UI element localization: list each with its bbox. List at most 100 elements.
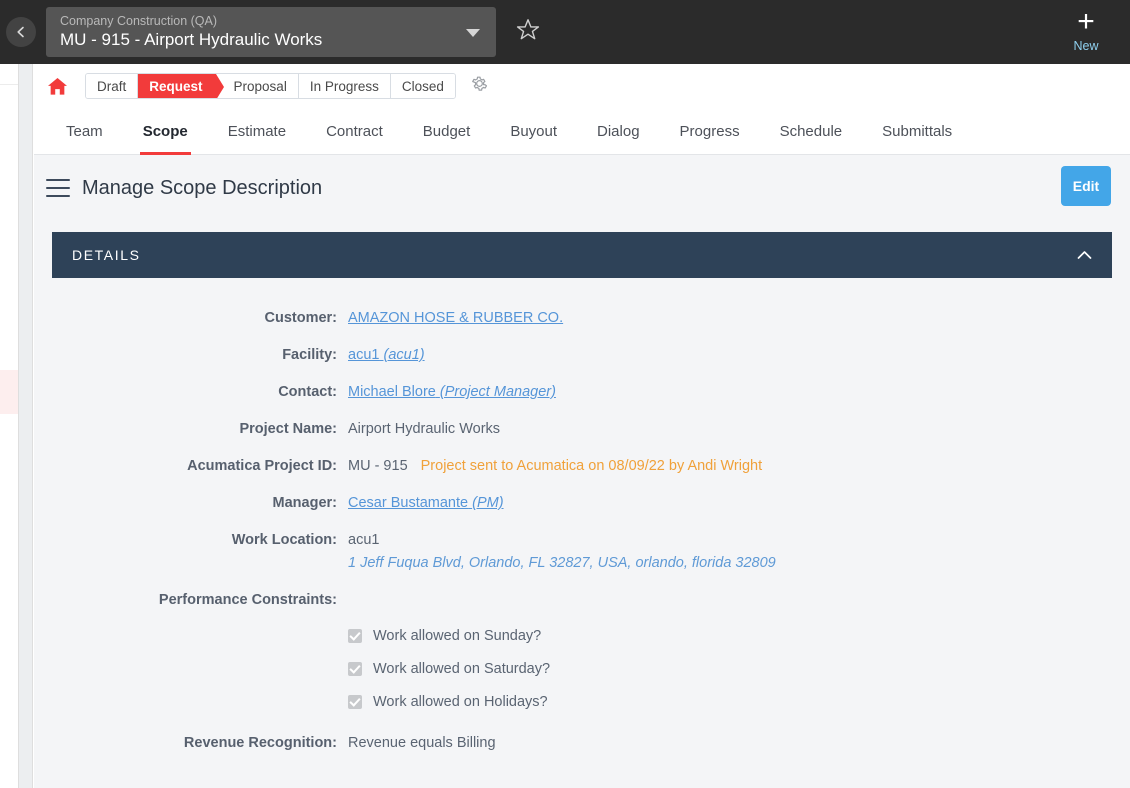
tab-label: Team bbox=[66, 123, 103, 140]
checkbox-work-saturday[interactable] bbox=[348, 662, 362, 676]
top-app-bar: Company Construction (QA) MU - 915 - Air… bbox=[0, 0, 1130, 64]
tab-budget[interactable]: Budget bbox=[403, 123, 491, 154]
collapsed-sidebar-strip bbox=[0, 64, 18, 788]
pipeline-step-label: In Progress bbox=[309, 78, 379, 94]
status-pipeline-bar: Draft Request Proposal In Progress Close… bbox=[34, 64, 1130, 108]
contact-link[interactable]: Michael Blore (Project Manager) bbox=[348, 384, 556, 400]
field-row-contact: Contact: Michael Blore (Project Manager) bbox=[52, 381, 1112, 404]
pipeline-step-label: Proposal bbox=[233, 78, 287, 94]
gear-icon bbox=[470, 74, 489, 98]
field-row-performance-constraints: Performance Constraints: bbox=[52, 589, 1112, 612]
chevron-up-icon[interactable] bbox=[1077, 248, 1092, 263]
performance-constraints-label: Performance Constraints: bbox=[158, 592, 337, 608]
facility-label: Facility: bbox=[282, 347, 337, 363]
tab-team[interactable]: Team bbox=[46, 123, 123, 154]
project-name-title: MU - 915 - Airport Hydraulic Works bbox=[60, 30, 323, 49]
customer-label: Customer: bbox=[264, 310, 337, 326]
facility-name: acu1 bbox=[348, 347, 380, 363]
field-row-acumatica-id: Acumatica Project ID: MU - 915 Project se… bbox=[52, 455, 1112, 478]
project-company-name: Company Construction (QA) bbox=[60, 14, 218, 28]
details-panel-body: Customer: AMAZON HOSE & RUBBER CO. Facil… bbox=[52, 278, 1112, 755]
manager-link[interactable]: Cesar Bustamante (PM) bbox=[348, 495, 504, 511]
favorite-button[interactable] bbox=[514, 18, 542, 46]
pipeline-step-draft[interactable]: Draft bbox=[86, 74, 139, 98]
pipeline-step-label: Draft bbox=[97, 78, 127, 94]
project-selector[interactable]: Company Construction (QA) MU - 915 - Air… bbox=[46, 7, 496, 57]
tab-label: Schedule bbox=[779, 123, 843, 140]
manager-value: Cesar Bustamante (PM) bbox=[348, 492, 504, 515]
tab-label: Estimate bbox=[227, 123, 287, 140]
hamburger-icon[interactable] bbox=[46, 178, 70, 197]
pipeline-step-request[interactable]: Request bbox=[138, 74, 224, 98]
constraint-label: Work allowed on Sunday? bbox=[373, 628, 542, 644]
work-location-label: Work Location: bbox=[231, 532, 337, 548]
module-tabs: Team Scope Estimate Contract Budget Buyo… bbox=[34, 108, 1130, 155]
main-content: Draft Request Proposal In Progress Close… bbox=[34, 64, 1130, 788]
manager-label: Manager: bbox=[272, 495, 337, 511]
tab-schedule[interactable]: Schedule bbox=[760, 123, 863, 154]
back-button[interactable] bbox=[6, 17, 36, 47]
status-pipeline: Draft Request Proposal In Progress Close… bbox=[85, 73, 456, 99]
tab-label: Budget bbox=[422, 123, 471, 140]
plus-icon: + bbox=[1077, 5, 1095, 38]
constraint-row-saturday[interactable]: Work allowed on Saturday? bbox=[348, 659, 1112, 679]
constraint-label: Work allowed on Holidays? bbox=[373, 694, 548, 710]
pipeline-step-label: Request bbox=[149, 78, 203, 94]
field-row-project-name: Project Name: Airport Hydraulic Works bbox=[52, 418, 1112, 441]
sidebar-highlight-block bbox=[0, 370, 18, 414]
facility-value: acu1 (acu1) bbox=[348, 344, 425, 367]
star-icon bbox=[515, 17, 541, 48]
pipeline-step-closed[interactable]: Closed bbox=[390, 74, 455, 98]
acumatica-project-id-value: MU - 915 Project sent to Acumatica on 08/… bbox=[348, 455, 762, 478]
facility-link[interactable]: acu1 (acu1) bbox=[348, 347, 425, 363]
new-button[interactable]: + New bbox=[1056, 5, 1116, 54]
acumatica-id-text: MU - 915 bbox=[348, 458, 408, 474]
home-icon[interactable] bbox=[45, 74, 69, 98]
customer-link[interactable]: AMAZON HOSE & RUBBER CO. bbox=[348, 310, 563, 326]
facility-code: (acu1) bbox=[383, 347, 425, 363]
tab-progress[interactable]: Progress bbox=[660, 123, 760, 154]
edit-button[interactable]: Edit bbox=[1061, 166, 1111, 206]
checkbox-work-holidays[interactable] bbox=[348, 695, 362, 709]
settings-button[interactable] bbox=[470, 74, 489, 98]
revenue-recognition-label: Revenue Recognition: bbox=[183, 735, 337, 751]
manager-name: Cesar Bustamante bbox=[348, 495, 469, 511]
tab-contract[interactable]: Contract bbox=[306, 123, 403, 154]
tab-label: Contract bbox=[326, 123, 383, 140]
chevron-down-icon[interactable] bbox=[466, 29, 480, 37]
constraint-row-sunday[interactable]: Work allowed on Sunday? bbox=[348, 626, 1112, 646]
details-panel: DETAILS Customer: AMAZON HOSE & RUBBER C… bbox=[52, 232, 1112, 755]
sidebar-divider bbox=[0, 84, 18, 85]
tab-label: Progress bbox=[679, 123, 740, 140]
work-location-address: 1 Jeff Fuqua Blvd, Orlando, FL 32827, US… bbox=[348, 555, 776, 571]
field-row-facility: Facility: acu1 (acu1) bbox=[52, 344, 1112, 367]
checkbox-work-sunday[interactable] bbox=[348, 629, 362, 643]
pipeline-step-label: Closed bbox=[401, 78, 444, 94]
sidebar-gutter[interactable] bbox=[18, 64, 33, 788]
field-row-work-location: Work Location: acu1 1 Jeff Fuqua Blvd, O… bbox=[52, 529, 1112, 575]
field-row-revenue-recognition: Revenue Recognition: Revenue equals Bill… bbox=[52, 732, 1112, 755]
tab-submittals[interactable]: Submittals bbox=[862, 123, 972, 154]
constraint-label: Work allowed on Saturday? bbox=[373, 661, 551, 677]
acumatica-project-id-label: Acumatica Project ID: bbox=[187, 458, 337, 474]
pipeline-step-in-progress[interactable]: In Progress bbox=[298, 74, 391, 98]
contact-value: Michael Blore (Project Manager) bbox=[348, 381, 556, 404]
tab-label: Submittals bbox=[882, 123, 953, 140]
details-panel-header[interactable]: DETAILS bbox=[52, 232, 1112, 278]
tab-estimate[interactable]: Estimate bbox=[208, 123, 306, 154]
tab-label: Buyout bbox=[510, 123, 558, 140]
tab-dialog[interactable]: Dialog bbox=[577, 123, 660, 154]
page-header: Manage Scope Description Edit bbox=[34, 155, 1130, 220]
revenue-recognition-value: Revenue equals Billing bbox=[348, 735, 496, 751]
page-title: Manage Scope Description bbox=[82, 176, 323, 199]
project-name-value: Airport Hydraulic Works bbox=[348, 421, 501, 437]
tab-scope[interactable]: Scope bbox=[123, 123, 208, 155]
acumatica-sync-note: Project sent to Acumatica on 08/09/22 by… bbox=[420, 458, 763, 474]
contact-name: Michael Blore bbox=[348, 384, 436, 400]
pipeline-step-proposal[interactable]: Proposal bbox=[215, 74, 299, 98]
constraint-row-holidays[interactable]: Work allowed on Holidays? bbox=[348, 692, 1112, 712]
tab-buyout[interactable]: Buyout bbox=[490, 123, 577, 154]
new-button-label: New bbox=[1073, 39, 1099, 53]
tab-label: Scope bbox=[142, 123, 188, 140]
